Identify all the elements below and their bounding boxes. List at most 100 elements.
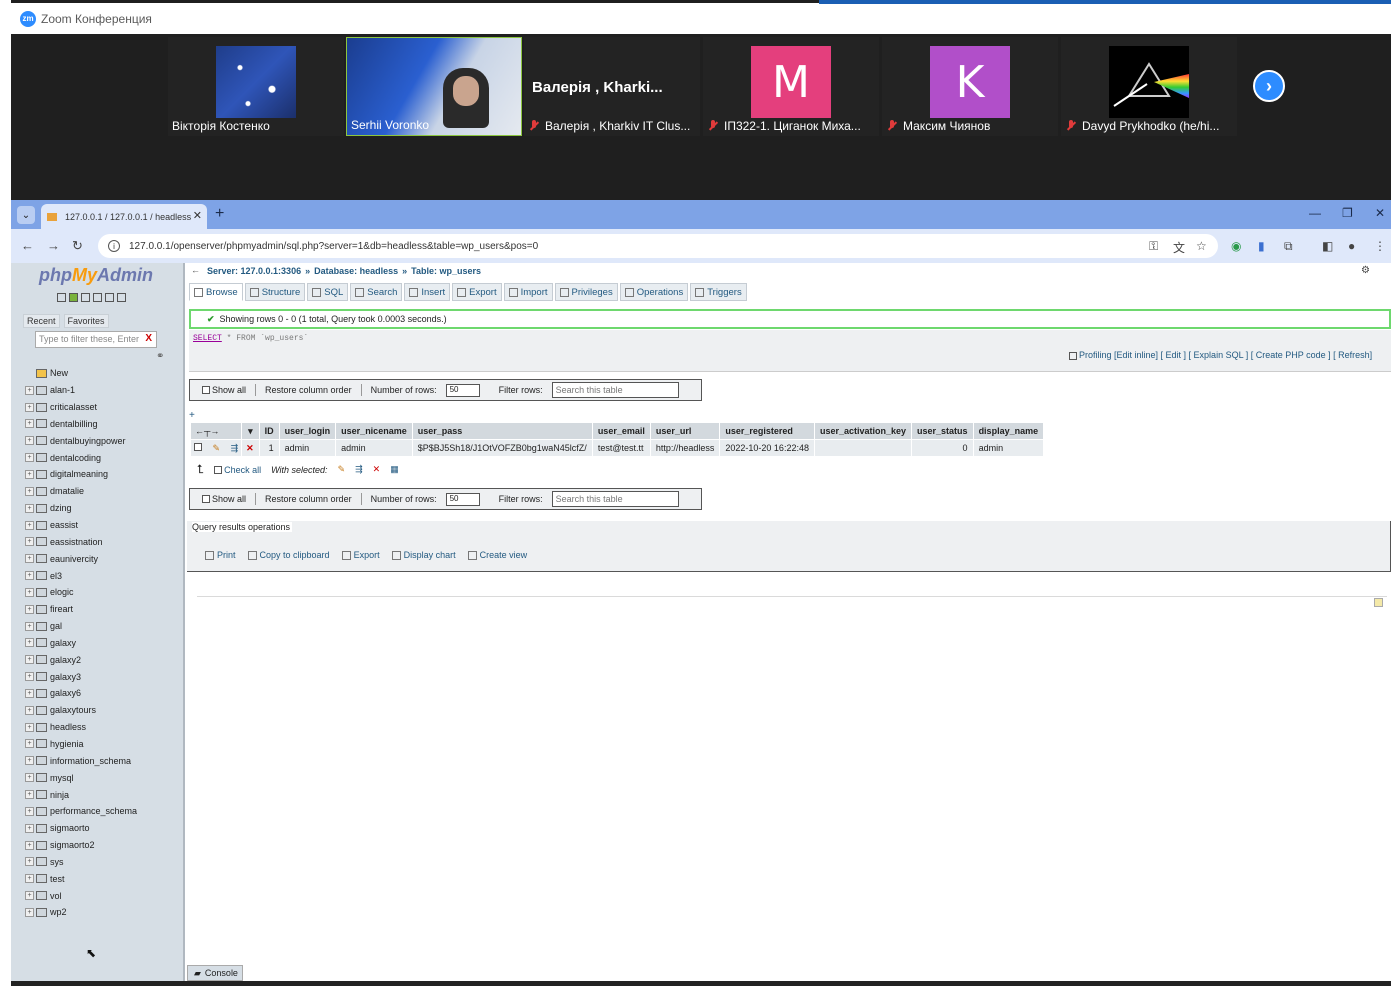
sidebar-item-db[interactable]: + galaxy bbox=[25, 635, 183, 652]
participant-tile[interactable]: Davyd Prykhodko (he/hi... bbox=[1061, 37, 1237, 136]
sidebar-item-db[interactable]: + galaxytours bbox=[25, 702, 183, 719]
column-controls[interactable]: ←┬→ bbox=[191, 423, 242, 439]
check-all-label[interactable]: Check all bbox=[224, 465, 261, 475]
sidebar-item-db[interactable]: + dmatalie bbox=[25, 483, 183, 500]
home-icon[interactable] bbox=[57, 293, 66, 302]
profile-icon[interactable]: ● bbox=[1348, 239, 1355, 253]
settings-icon[interactable] bbox=[105, 293, 114, 302]
star-icon[interactable]: ☆ bbox=[1196, 239, 1207, 253]
qro-link-copy-to-clipboard[interactable]: Copy to clipboard bbox=[247, 550, 330, 561]
sidebar-item-db[interactable]: + dentalbuyingpower bbox=[25, 432, 183, 449]
grammarly-icon[interactable]: ◉ bbox=[1231, 239, 1241, 253]
sidebar-item-db[interactable]: + vol bbox=[25, 887, 183, 904]
expand-icon[interactable]: + bbox=[25, 537, 34, 547]
edit-icon[interactable]: ✎ bbox=[213, 443, 221, 453]
restore-column-order-button[interactable]: Restore column order bbox=[265, 385, 352, 395]
check-all-checkbox[interactable] bbox=[214, 465, 223, 474]
column-header[interactable]: ID bbox=[259, 423, 279, 439]
expand-icon[interactable]: + bbox=[25, 385, 34, 395]
column-header[interactable]: user_login bbox=[279, 423, 336, 439]
sidebar-item-db[interactable]: + sigmaorto2 bbox=[25, 837, 183, 854]
expand-icon[interactable]: + bbox=[25, 790, 34, 800]
close-icon[interactable]: ✕ bbox=[193, 209, 202, 222]
sidebar-item-db[interactable]: + eassist bbox=[25, 517, 183, 534]
sidebar-item-db[interactable]: + performance_schema bbox=[25, 803, 183, 820]
tab-structure[interactable]: Structure bbox=[244, 283, 306, 301]
window-close-icon[interactable]: ✕ bbox=[1375, 206, 1385, 220]
participant-tile[interactable]: Віктopія Костенко bbox=[168, 37, 344, 136]
sidebar-item-db[interactable]: + elogic bbox=[25, 584, 183, 601]
tab-search[interactable]: Search bbox=[350, 283, 403, 301]
check-all[interactable]: Check all bbox=[214, 465, 261, 475]
expand-icon[interactable]: + bbox=[25, 739, 34, 749]
qro-link-create-view[interactable]: Create view bbox=[467, 550, 527, 561]
query-window-icon[interactable] bbox=[81, 293, 90, 302]
reload-icon[interactable]: ↻ bbox=[72, 238, 83, 254]
tab-operations[interactable]: Operations bbox=[619, 283, 689, 301]
expand-icon[interactable]: + bbox=[25, 520, 34, 530]
site-info-icon[interactable]: i bbox=[108, 240, 120, 252]
sidebar-item-db[interactable]: + dzing bbox=[25, 500, 183, 517]
expand-icon[interactable]: + bbox=[25, 773, 34, 783]
expand-icon[interactable]: + bbox=[25, 756, 34, 766]
show-all-checkbox[interactable] bbox=[202, 495, 210, 503]
menu-icon[interactable]: ⋮ bbox=[1374, 239, 1386, 253]
pma-logo[interactable]: phpMyAdmin bbox=[39, 265, 153, 286]
column-header[interactable]: user_nicename bbox=[336, 423, 412, 439]
expand-icon[interactable]: + bbox=[25, 722, 34, 732]
expand-icon[interactable]: + bbox=[25, 655, 34, 665]
breadcrumb-database[interactable]: Database: headless bbox=[314, 266, 398, 276]
participant-tile-active[interactable]: Serhii Voronko bbox=[346, 37, 522, 136]
expand-icon[interactable]: + bbox=[25, 621, 34, 631]
sidebar-item-db[interactable]: + sigmaorto bbox=[25, 820, 183, 837]
num-rows-select[interactable]: 50 bbox=[445, 383, 480, 397]
sidebar-item-db[interactable]: + sys bbox=[25, 853, 183, 870]
expand-icon[interactable]: + bbox=[25, 891, 34, 901]
tab-sql[interactable]: SQL bbox=[307, 283, 349, 301]
extension-doc-icon[interactable]: ▮ bbox=[1258, 239, 1265, 253]
qro-link-export[interactable]: Export bbox=[341, 550, 380, 561]
new-tab-icon[interactable]: + bbox=[215, 205, 224, 223]
expand-icon[interactable]: + bbox=[25, 469, 34, 479]
sidebar-item-db[interactable]: + gal bbox=[25, 618, 183, 635]
sidebar-item-db[interactable]: + fireart bbox=[25, 601, 183, 618]
sidebar-item-db[interactable]: + wp2 bbox=[25, 904, 183, 921]
docs-icon[interactable] bbox=[93, 293, 102, 302]
participant-tile[interactable]: Валерія , Kharki... Валерія , Kharkiv IT… bbox=[524, 37, 700, 136]
show-all-checkbox[interactable] bbox=[202, 386, 210, 394]
minimize-icon[interactable]: — bbox=[1309, 206, 1321, 220]
restore-column-order-button[interactable]: Restore column order bbox=[265, 494, 352, 504]
sidebar-item-db[interactable]: + criticalasset bbox=[25, 399, 183, 416]
exit-icon[interactable] bbox=[69, 293, 78, 302]
column-header[interactable]: user_url bbox=[650, 423, 720, 439]
column-header[interactable]: user_status bbox=[912, 423, 973, 439]
settings-gear-icon[interactable]: ⚙ bbox=[1361, 265, 1370, 276]
participant-tile[interactable]: K Максим Чиянов bbox=[882, 37, 1058, 136]
copy-row-icon[interactable]: ⇶ bbox=[231, 443, 239, 453]
collapse-arrow-icon[interactable]: ← bbox=[191, 265, 200, 275]
tab-search-icon[interactable]: ⌄ bbox=[17, 206, 35, 224]
column-header[interactable]: user_email bbox=[592, 423, 650, 439]
filter-rows-input[interactable]: Search this table bbox=[551, 491, 679, 507]
sql-actions[interactable]: Profiling [Edit inline] [ Edit ] [ Expla… bbox=[1069, 350, 1372, 360]
delete-row-icon[interactable]: ✕ bbox=[242, 440, 259, 456]
sql-actions-text[interactable]: Profiling [Edit inline] [ Edit ] [ Expla… bbox=[1079, 350, 1372, 360]
link-icon[interactable]: ⚭ bbox=[156, 351, 164, 362]
expand-icon[interactable]: + bbox=[25, 638, 34, 648]
sidebar-item-db[interactable]: New bbox=[25, 365, 183, 382]
sidebar-item-db[interactable]: + test bbox=[25, 870, 183, 887]
sidebar-item-db[interactable]: + galaxy6 bbox=[25, 685, 183, 702]
expand-icon[interactable]: + bbox=[25, 840, 34, 850]
sort-dropdown-icon[interactable]: ▾ bbox=[242, 423, 259, 439]
clear-filter-icon[interactable]: X bbox=[145, 333, 152, 344]
expand-icon[interactable]: + bbox=[25, 419, 34, 429]
sidebar-item-db[interactable]: + alan-1 bbox=[25, 382, 183, 399]
expand-icon[interactable]: + bbox=[25, 402, 34, 412]
expand-icon[interactable]: + bbox=[25, 554, 34, 564]
expand-icon[interactable]: + bbox=[25, 874, 34, 884]
tab-export[interactable]: Export bbox=[452, 283, 502, 301]
column-header[interactable]: user_pass bbox=[412, 423, 592, 439]
key-icon[interactable]: ⚿ bbox=[1149, 239, 1158, 254]
tab-import[interactable]: Import bbox=[503, 283, 553, 301]
extensions-icon[interactable]: ⧉ bbox=[1284, 239, 1293, 254]
